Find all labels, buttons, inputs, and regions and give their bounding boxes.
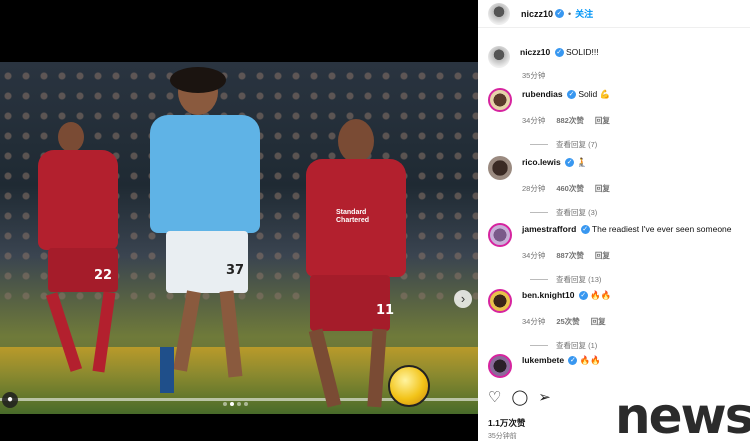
post-caption: niczz10 ✓ SOLID!!! 35分钟 [488, 46, 746, 81]
post-photo: 22 37 Standard Chartered 11 › ● [0, 62, 478, 414]
comment-item: ben.knight10 ✓ 🔥🔥 34分钟 25次赞 回复 查看回复 (1) [488, 289, 746, 351]
comment-likes[interactable]: 882次赞 [556, 115, 584, 126]
jersey-number: 37 [226, 263, 245, 278]
tagged-user-icon[interactable]: ● [2, 392, 18, 408]
comment-text: Solid [578, 89, 598, 99]
view-replies-button[interactable]: 查看回复 (13) [530, 274, 746, 285]
post-timestamp: 35分钟前 [488, 433, 517, 440]
post-header: niczz10 ✓ • 关注 [478, 0, 750, 28]
comment-time: 34分钟 [522, 317, 546, 326]
replies-divider [530, 144, 548, 145]
reply-button[interactable]: 回复 [591, 316, 606, 327]
verified-badge-icon: ✓ [554, 48, 564, 58]
verified-badge-icon: ✓ [568, 356, 578, 366]
comments-list[interactable]: niczz10 ✓ SOLID!!! 35分钟 rubendias ✓ Soli… [478, 40, 750, 380]
player-left-red: 22 [18, 122, 128, 392]
view-replies-label[interactable]: 查看回复 (3) [556, 207, 597, 218]
comment-item: rubendias ✓ Solid 💪 34分钟 882次赞 回复 查看回复 (… [488, 88, 746, 150]
comment-item: rico.lewis ✓ 🧎 28分钟 460次赞 回复 查看回复 (3) [488, 156, 746, 218]
comment-time: 34分钟 [522, 116, 546, 125]
post-media: 22 37 Standard Chartered 11 › ● [0, 0, 478, 441]
verified-badge-icon: ✓ [567, 90, 576, 100]
comment-bubble-icon[interactable]: ◯ [511, 388, 528, 406]
replies-divider [530, 345, 548, 346]
comment-likes[interactable]: 25次赞 [556, 316, 579, 327]
commenter-avatar[interactable] [488, 223, 512, 247]
jersey-number: 22 [94, 268, 113, 283]
player-city: 37 [120, 67, 280, 407]
comment-item: lukembete ✓ 🔥🔥 [488, 354, 746, 378]
sponsor-text: Standard Chartered [336, 209, 370, 224]
carousel-dot [223, 402, 227, 406]
view-replies-button[interactable]: 查看回复 (3) [530, 207, 746, 218]
share-send-icon[interactable]: ➢ [538, 388, 551, 406]
comment-likes[interactable]: 460次赞 [556, 183, 584, 194]
verified-badge-icon: ✓ [555, 9, 565, 18]
carousel-dot [244, 402, 248, 406]
view-replies-button[interactable]: 查看回复 (7) [530, 139, 746, 150]
comment-username[interactable]: jamestrafford [522, 224, 576, 234]
caption-meta: 35分钟 [522, 70, 746, 81]
like-heart-icon[interactable]: ♡ [488, 388, 501, 406]
player-liverpool: Standard Chartered 11 [280, 117, 420, 408]
caption-username[interactable]: niczz10 [520, 47, 550, 57]
commenter-avatar[interactable] [488, 354, 512, 378]
commenter-avatar[interactable] [488, 156, 512, 180]
view-replies-button[interactable]: 查看回复 (1) [530, 340, 746, 351]
news-watermark: news [615, 387, 750, 441]
owner-username[interactable]: niczz10 [521, 9, 553, 19]
post-actions: ♡ ◯ ➢ [488, 388, 551, 406]
comment-meta: 34分钟 882次赞 回复 [522, 115, 746, 126]
comment-username[interactable]: ben.knight10 [522, 290, 574, 300]
view-replies-label[interactable]: 查看回复 (1) [556, 340, 597, 351]
comment-meta: 34分钟 25次赞 回复 [522, 316, 746, 327]
comment-emoji: 🔥🔥 [590, 290, 612, 300]
reply-button[interactable]: 回复 [595, 250, 610, 261]
jersey-number: 11 [376, 303, 395, 318]
view-replies-label[interactable]: 查看回复 (7) [556, 139, 597, 150]
carousel-next-button[interactable]: › [454, 290, 472, 308]
view-replies-label[interactable]: 查看回复 (13) [556, 274, 601, 285]
carousel-dots [223, 402, 248, 406]
replies-divider [530, 279, 548, 280]
comment-emoji: 🧎 [576, 157, 588, 167]
post-details-panel: niczz10 ✓ • 关注 niczz10 ✓ SOLID!!! 35分钟 r… [478, 0, 750, 441]
comment-text: The readiest I've ever seen someone [591, 224, 732, 234]
verified-badge-icon: ✓ [565, 158, 575, 168]
caption-time: 35分钟 [522, 71, 546, 80]
football [388, 365, 430, 407]
carousel-dot [237, 402, 241, 406]
reply-button[interactable]: 回复 [595, 115, 610, 126]
reply-button[interactable]: 回复 [595, 183, 610, 194]
comment-meta: 28分钟 460次赞 回复 [522, 183, 746, 194]
comment-time: 28分钟 [522, 184, 546, 193]
verified-badge-icon: ✓ [578, 291, 588, 301]
comment-username[interactable]: rubendias [522, 89, 563, 99]
carousel-dot-active [230, 402, 234, 406]
caption-text: SOLID!!! [566, 47, 599, 57]
follow-button[interactable]: 关注 [575, 7, 593, 20]
comment-item: jamestrafford ✓ The readiest I've ever s… [488, 223, 746, 285]
replies-divider [530, 212, 548, 213]
owner-avatar[interactable] [488, 46, 510, 68]
owner-avatar[interactable] [488, 2, 510, 25]
commenter-avatar[interactable] [488, 289, 512, 313]
comment-username[interactable]: rico.lewis [522, 157, 561, 167]
comment-emoji: 🔥🔥 [579, 355, 601, 365]
commenter-avatar[interactable] [488, 88, 512, 112]
comment-username[interactable]: lukembete [522, 355, 564, 365]
comment-emoji: 💪 [599, 89, 611, 99]
verified-badge-icon: ✓ [580, 225, 590, 235]
comment-meta: 34分钟 887次赞 回复 [522, 250, 746, 261]
comment-time: 34分钟 [522, 251, 546, 260]
comment-likes[interactable]: 887次赞 [556, 250, 584, 261]
likes-count[interactable]: 1.1万次赞 [488, 417, 525, 429]
separator-dot: • [568, 8, 572, 19]
